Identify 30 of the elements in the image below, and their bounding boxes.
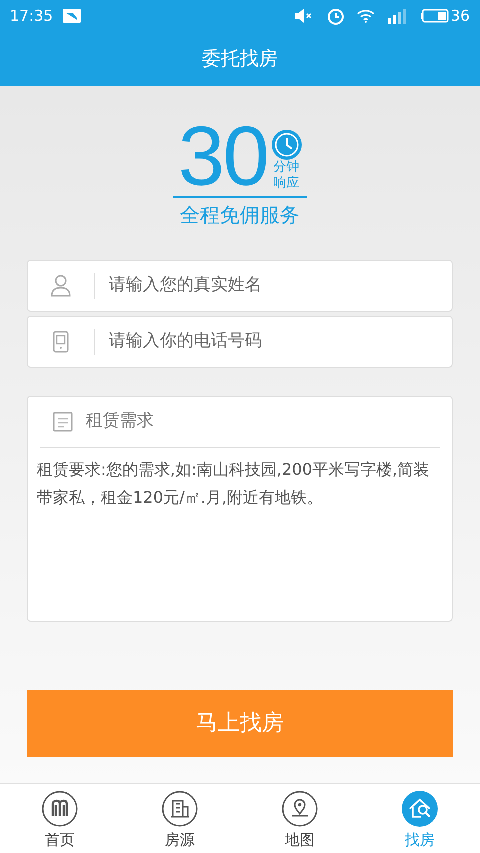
signal-icon: [386, 8, 409, 24]
response-label: 响应: [274, 176, 300, 192]
requirements-field[interactable]: 租赁需求 租赁要求:您的需求,如:南山科技园,200平米写字楼,简装带家私，租金120元/㎡.月,附近有地铁。: [27, 396, 453, 622]
tab[interactable]: 首页: [0, 784, 120, 853]
wifi-icon: [356, 9, 375, 23]
image-notification-icon: [63, 9, 82, 23]
house-search-icon: [402, 791, 438, 827]
alarm-icon: [326, 7, 345, 25]
battery-icon: [420, 9, 449, 23]
requirements-field[interactable]: 租赁要求:您的需求,如:南山科技园,200平米写字楼,简装带家私，租金120元/㎡.月,附近有地铁。: [28, 448, 452, 621]
person-icon: [51, 275, 71, 297]
phone-icon: [53, 331, 69, 353]
text-input[interactable]: 请输入您的真实姓名: [95, 273, 452, 299]
building-icon: [162, 791, 198, 827]
clock-icon: [272, 130, 302, 160]
input-field[interactable]: 请输入您的真实姓名: [27, 260, 453, 312]
status-time: 17:35: [10, 6, 54, 27]
tab[interactable]: 地图: [240, 784, 360, 853]
input-field[interactable]: 请输入你的电话号码: [27, 316, 453, 368]
response-label: 分钟: [274, 160, 300, 176]
tab[interactable]: 房源: [120, 784, 240, 853]
location-pin-icon: [282, 791, 318, 827]
requirements-label: 租赁需求: [86, 410, 154, 434]
page-title: 委托找房: [202, 46, 278, 72]
note-icon: [53, 412, 73, 432]
service-tagline: 全程免佣服务: [180, 202, 300, 229]
text-input[interactable]: 请输入你的电话号码: [95, 329, 452, 355]
response-minutes: 30: [178, 120, 268, 192]
home-icon: [42, 791, 78, 827]
battery-level: 36: [450, 6, 470, 27]
